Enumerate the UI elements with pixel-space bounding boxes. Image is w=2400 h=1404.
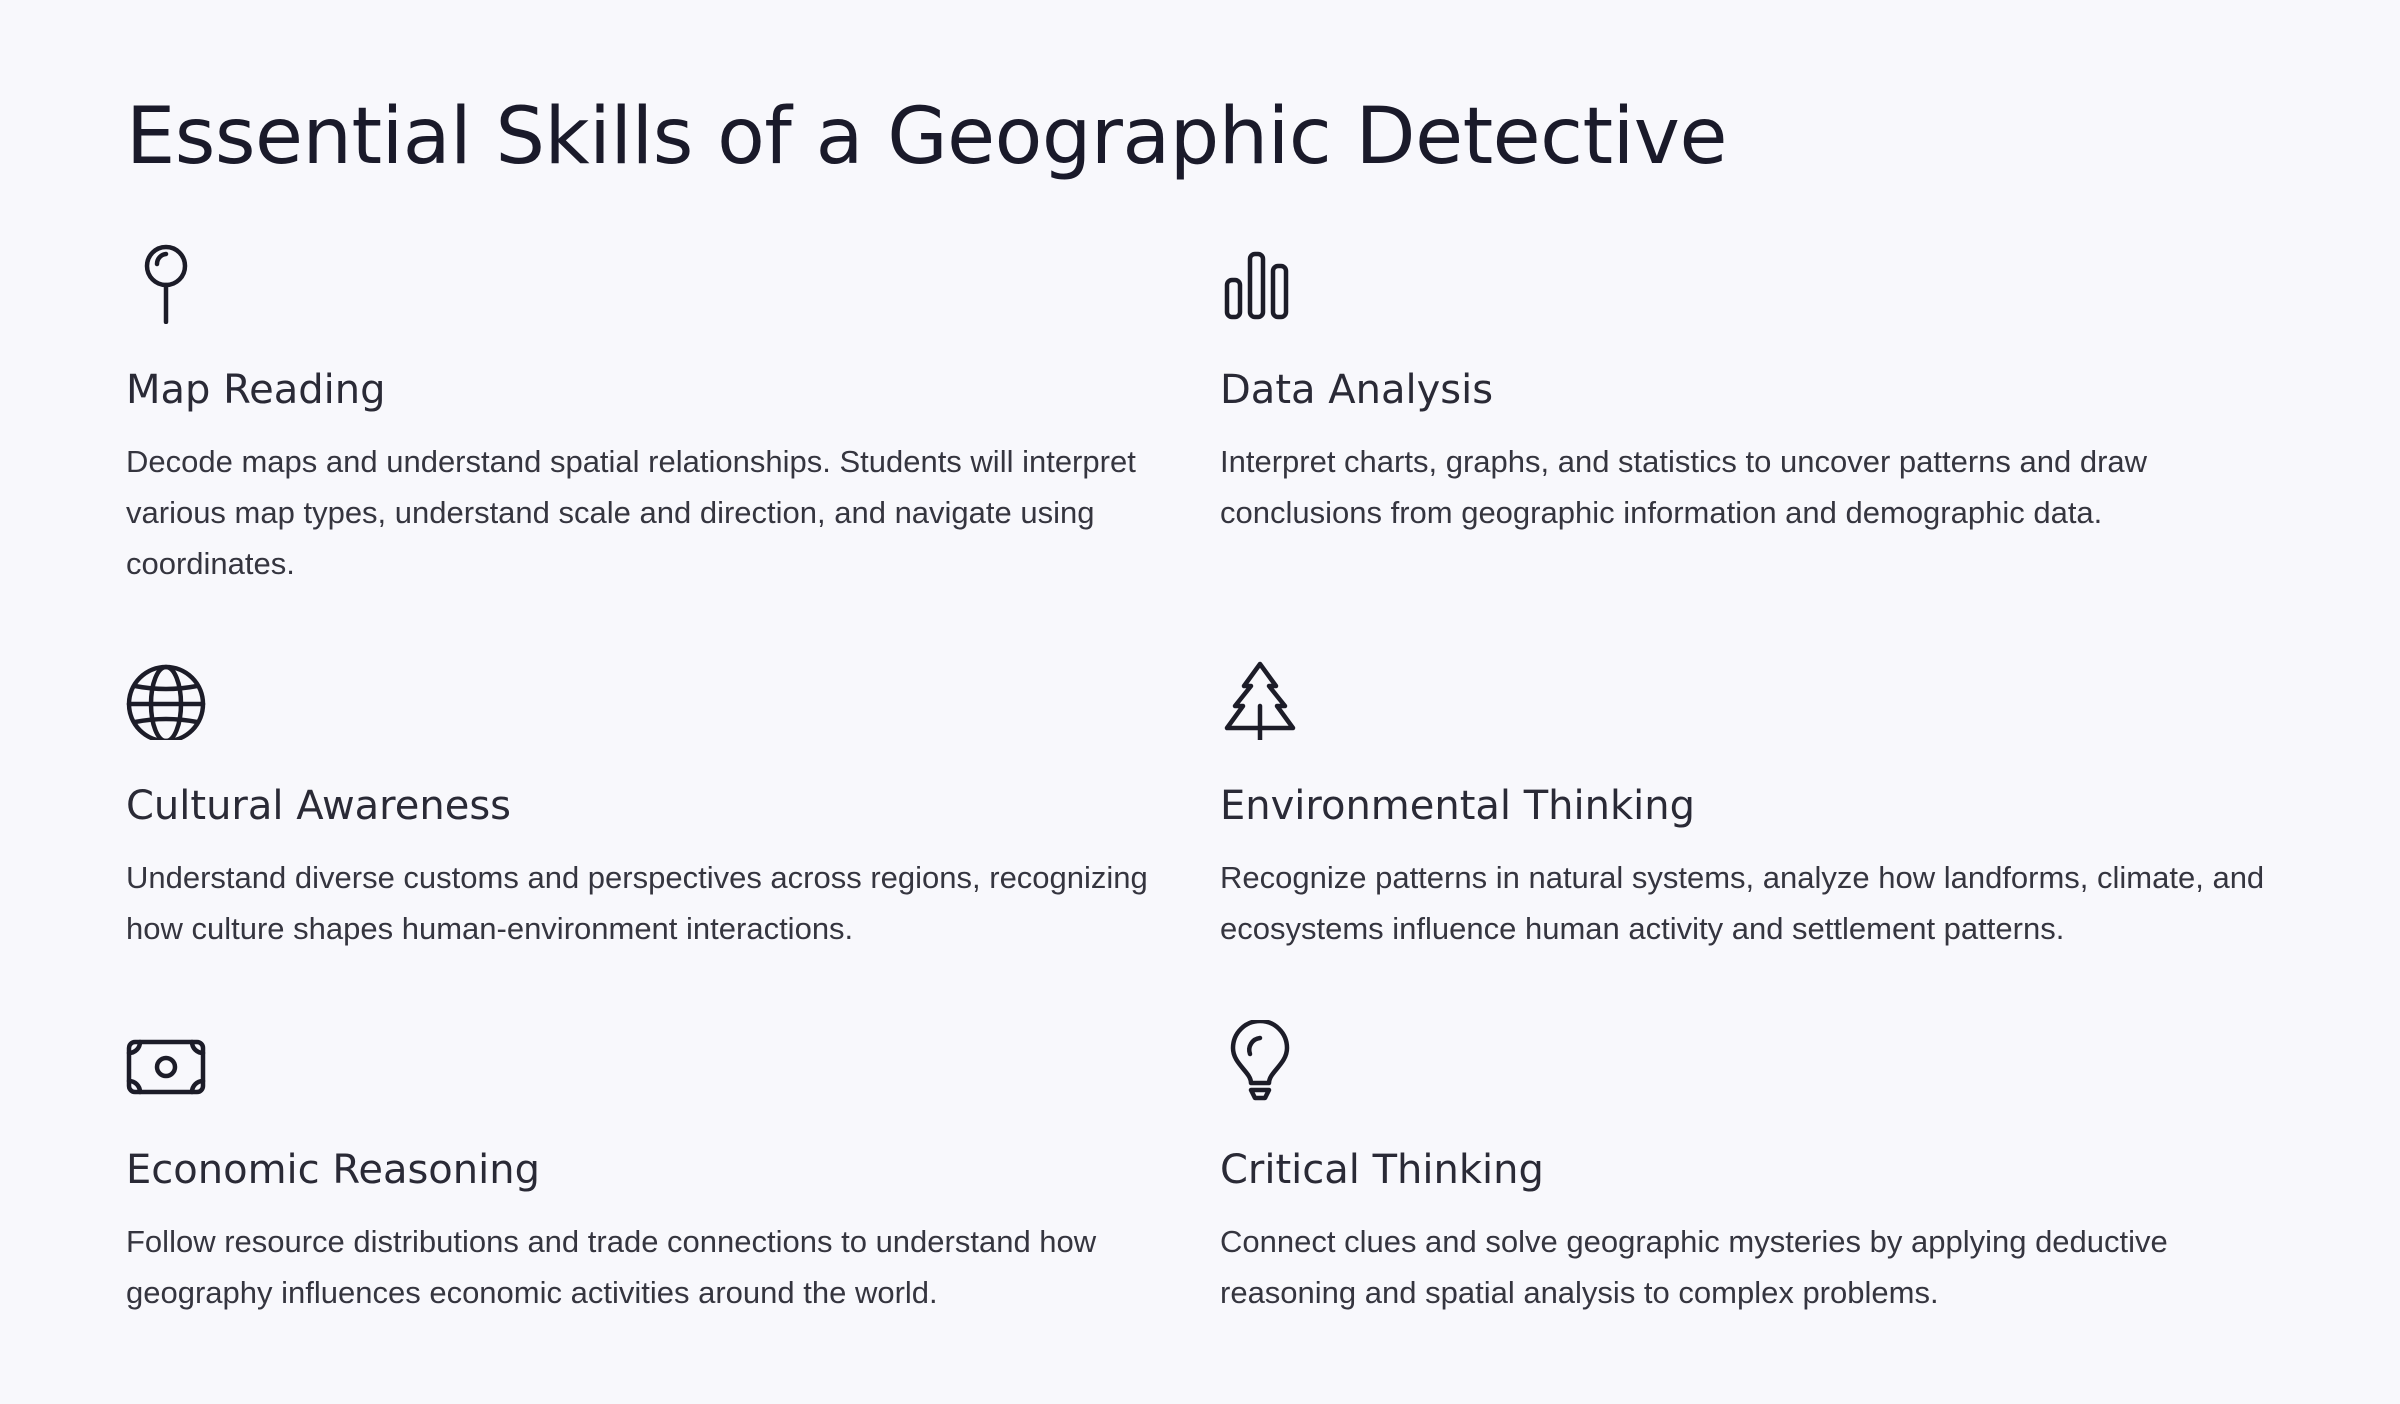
money-icon (126, 1020, 206, 1104)
skill-card-map-reading: Map Reading Decode maps and understand s… (126, 240, 1176, 581)
lightbulb-icon (1220, 1020, 1300, 1104)
skill-title: Economic Reasoning (126, 1147, 540, 1193)
skill-card-economic-reasoning: Economic Reasoning Follow resource distr… (126, 1020, 1176, 1310)
skill-description: Interpret charts, graphs, and statistics… (1220, 444, 2148, 530)
skill-card-critical-thinking: Critical Thinking Connect clues and solv… (1220, 1020, 2270, 1310)
map-pin-icon (126, 240, 206, 324)
skill-title: Map Reading (126, 367, 386, 413)
tree-icon (1220, 656, 1300, 740)
skill-title: Critical Thinking (1220, 1147, 1544, 1193)
skill-title: Data Analysis (1220, 367, 1494, 413)
bar-chart-icon (1220, 240, 1300, 324)
skill-card-environmental-thinking: Environmental Thinking Recognize pattern… (1220, 656, 2270, 946)
skill-description: Connect clues and solve geographic myste… (1220, 1224, 2168, 1310)
skill-description: Understand diverse customs and perspecti… (126, 860, 1148, 946)
skill-card-cultural-awareness: Cultural Awareness Understand diverse cu… (126, 656, 1176, 946)
globe-icon (126, 656, 206, 740)
skill-title: Cultural Awareness (126, 783, 511, 829)
skill-description: Recognize patterns in natural systems, a… (1220, 860, 2265, 946)
skill-description: Decode maps and understand spatial relat… (126, 444, 1136, 581)
skill-card-data-analysis: Data Analysis Interpret charts, graphs, … (1220, 240, 2270, 530)
page-title: Essential Skills of a Geographic Detecti… (126, 92, 1727, 182)
skill-title: Environmental Thinking (1220, 783, 1696, 829)
skill-description: Follow resource distributions and trade … (126, 1224, 1097, 1310)
